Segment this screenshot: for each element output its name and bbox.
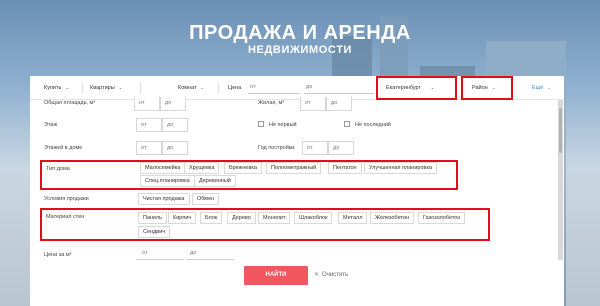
wall-material-chip[interactable]: Газозолобетон: [418, 212, 466, 224]
living-area-to[interactable]: до: [326, 97, 352, 111]
divider: [218, 82, 219, 94]
price-from-input[interactable]: от: [248, 82, 300, 94]
year-built-label: Год постройки: [258, 145, 295, 151]
highlight-district: [461, 76, 513, 100]
wall-material-chip[interactable]: Блок: [200, 212, 223, 224]
house-type-chip[interactable]: Деревянный: [194, 175, 236, 187]
chevron-down-icon: ⌄: [65, 85, 70, 90]
deal-type-dropdown[interactable]: Купить ⌄: [44, 76, 69, 100]
checkbox-icon: [344, 121, 350, 128]
highlight-city: [376, 76, 457, 100]
wall-material-label: Материал стен: [46, 214, 85, 220]
year-to[interactable]: до: [328, 141, 354, 155]
house-type-chip[interactable]: Пентагон: [328, 162, 362, 174]
property-type-dropdown[interactable]: Квартиры ⌄: [90, 76, 122, 100]
price-label: Цена: [228, 85, 242, 91]
floors-from[interactable]: от: [136, 141, 162, 155]
more-label: Ещё: [532, 85, 544, 91]
wall-material-chip[interactable]: Панель: [138, 212, 168, 224]
wall-material-chip[interactable]: Кирпич: [168, 212, 197, 224]
house-type-chip[interactable]: Малосемейка: [140, 162, 186, 174]
chevron-down-icon: ⌄: [200, 85, 205, 90]
price-per-m2-to[interactable]: до: [186, 248, 234, 260]
price-per-m2-from[interactable]: от: [136, 248, 184, 260]
house-type-chip[interactable]: Брежневка: [224, 162, 262, 174]
wall-material-chip[interactable]: Железобетон: [370, 212, 415, 224]
house-type-chip[interactable]: Спец.планировка: [140, 175, 195, 187]
wall-material-chip[interactable]: Сендвич: [138, 226, 171, 238]
price-to-input[interactable]: до: [304, 82, 374, 94]
house-type-label: Тип дома: [46, 166, 70, 172]
scrollbar-thumb[interactable]: [559, 108, 562, 153]
floor-to[interactable]: до: [162, 118, 188, 132]
sale-condition-chip[interactable]: Обмен: [192, 193, 220, 205]
living-area-label: Жилая, м²: [258, 100, 285, 106]
living-area-from[interactable]: от: [300, 97, 326, 111]
more-filters-button[interactable]: Ещё ⌄: [532, 76, 551, 100]
property-type-label: Квартиры: [90, 85, 115, 91]
hero-title: ПРОДАЖА И АРЕНДА: [189, 22, 411, 44]
checkbox-icon: [258, 121, 264, 128]
wall-material-chip[interactable]: Монолит: [258, 212, 291, 224]
house-type-chip[interactable]: Улучшенная планировка: [364, 162, 438, 174]
house-type-chip[interactable]: Хрущевка: [184, 162, 220, 174]
rooms-label: Комнат: [178, 85, 197, 91]
year-from[interactable]: от: [302, 141, 328, 155]
total-area-to[interactable]: до: [160, 97, 186, 111]
floor-label: Этаж: [44, 122, 58, 128]
divider: [140, 82, 141, 94]
wall-material-chip[interactable]: Дерево: [227, 212, 256, 224]
scrollbar[interactable]: [558, 100, 563, 260]
wall-material-chip[interactable]: Металл: [338, 212, 368, 224]
hero-subtitle: НЕДВИЖИМОСТИ: [247, 44, 353, 56]
deal-type-label: Купить: [44, 85, 62, 91]
not-last-checkbox[interactable]: Не последний: [344, 120, 391, 130]
chevron-down-icon: ⌄: [118, 85, 123, 90]
clear-button[interactable]: ✕ Очистить: [314, 271, 348, 278]
not-first-checkbox[interactable]: Не первый: [258, 120, 297, 130]
house-type-chip[interactable]: Полнометражный: [266, 162, 322, 174]
sale-condition-chip[interactable]: Чистая продажа: [138, 193, 190, 205]
price-per-m2-label: Цена за м²: [44, 252, 72, 258]
floor-from[interactable]: от: [136, 118, 162, 132]
floors-to[interactable]: до: [162, 141, 188, 155]
chevron-down-icon: ⌄: [547, 85, 552, 90]
total-area-from[interactable]: от: [134, 97, 160, 111]
divider: [82, 82, 83, 94]
find-button[interactable]: НАЙТИ: [244, 266, 308, 285]
close-icon: ✕: [314, 272, 320, 278]
floors-in-house-label: Этажей в доме: [44, 145, 83, 151]
sale-conditions-label: Условия продажи: [44, 196, 89, 202]
wall-material-chip[interactable]: Шлакоблок: [294, 212, 333, 224]
total-area-label: Общая площадь, м²: [44, 100, 96, 106]
